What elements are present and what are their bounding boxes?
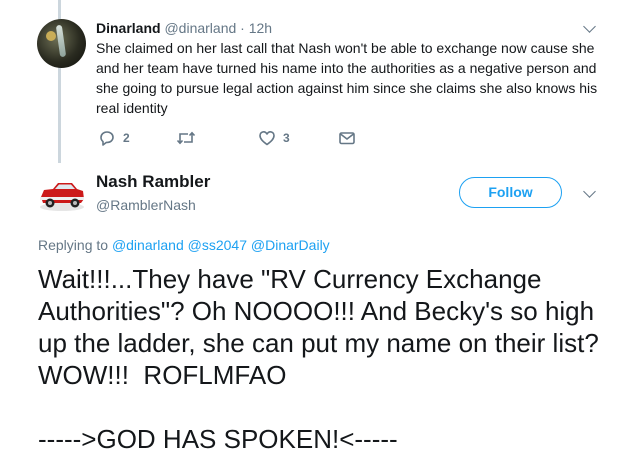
avatar-car-icon[interactable] xyxy=(37,173,87,215)
avatar-waterfall xyxy=(55,24,67,58)
direct-message-action[interactable] xyxy=(338,128,356,148)
like-action[interactable]: 3 xyxy=(258,128,290,148)
reply-action[interactable]: 2 xyxy=(98,128,130,148)
follow-button[interactable]: Follow xyxy=(459,177,562,208)
tweet-body-paragraph: ----->GOD HAS SPOKEN!<----- xyxy=(38,424,398,454)
replying-to-line: Replying to @dinarland @ss2047 @DinarDai… xyxy=(38,236,330,254)
reply-display-name[interactable]: Dinarland xyxy=(96,20,161,36)
heart-icon xyxy=(259,131,275,146)
tweet-body-paragraph: Wait!!!...They have "RV Currency Exchang… xyxy=(38,264,607,390)
reply-timestamp[interactable]: 12h xyxy=(249,20,272,36)
dinarland-avatar[interactable] xyxy=(37,19,86,68)
tweet-body: Wait!!!...They have "RV Currency Exchang… xyxy=(38,263,628,455)
envelope-icon xyxy=(339,132,355,145)
tweet-handle[interactable]: @RamblerNash xyxy=(96,196,196,214)
chevron-down-icon[interactable] xyxy=(583,185,596,198)
reply-count: 2 xyxy=(123,131,130,145)
tweet-display-name[interactable]: Nash Rambler xyxy=(96,172,210,192)
retweet-icon xyxy=(176,131,196,145)
mention-link[interactable]: @DinarDaily xyxy=(251,237,330,253)
reply-icon xyxy=(100,131,114,146)
reply-handle[interactable]: @dinarland xyxy=(164,20,236,36)
retweet-action[interactable] xyxy=(176,128,196,148)
reply-separator: · xyxy=(236,20,249,36)
reply-text: She claimed on her last call that Nash w… xyxy=(96,40,598,116)
mention-link[interactable]: @dinarland xyxy=(112,237,184,253)
replying-to-label: Replying to xyxy=(38,237,109,253)
avatar-glow xyxy=(46,31,56,41)
reply-header: Dinarland @dinarland · 12h xyxy=(96,19,272,37)
chevron-down-icon[interactable] xyxy=(583,20,596,33)
like-count: 3 xyxy=(283,131,290,145)
mention-link[interactable]: @ss2047 xyxy=(188,237,247,253)
